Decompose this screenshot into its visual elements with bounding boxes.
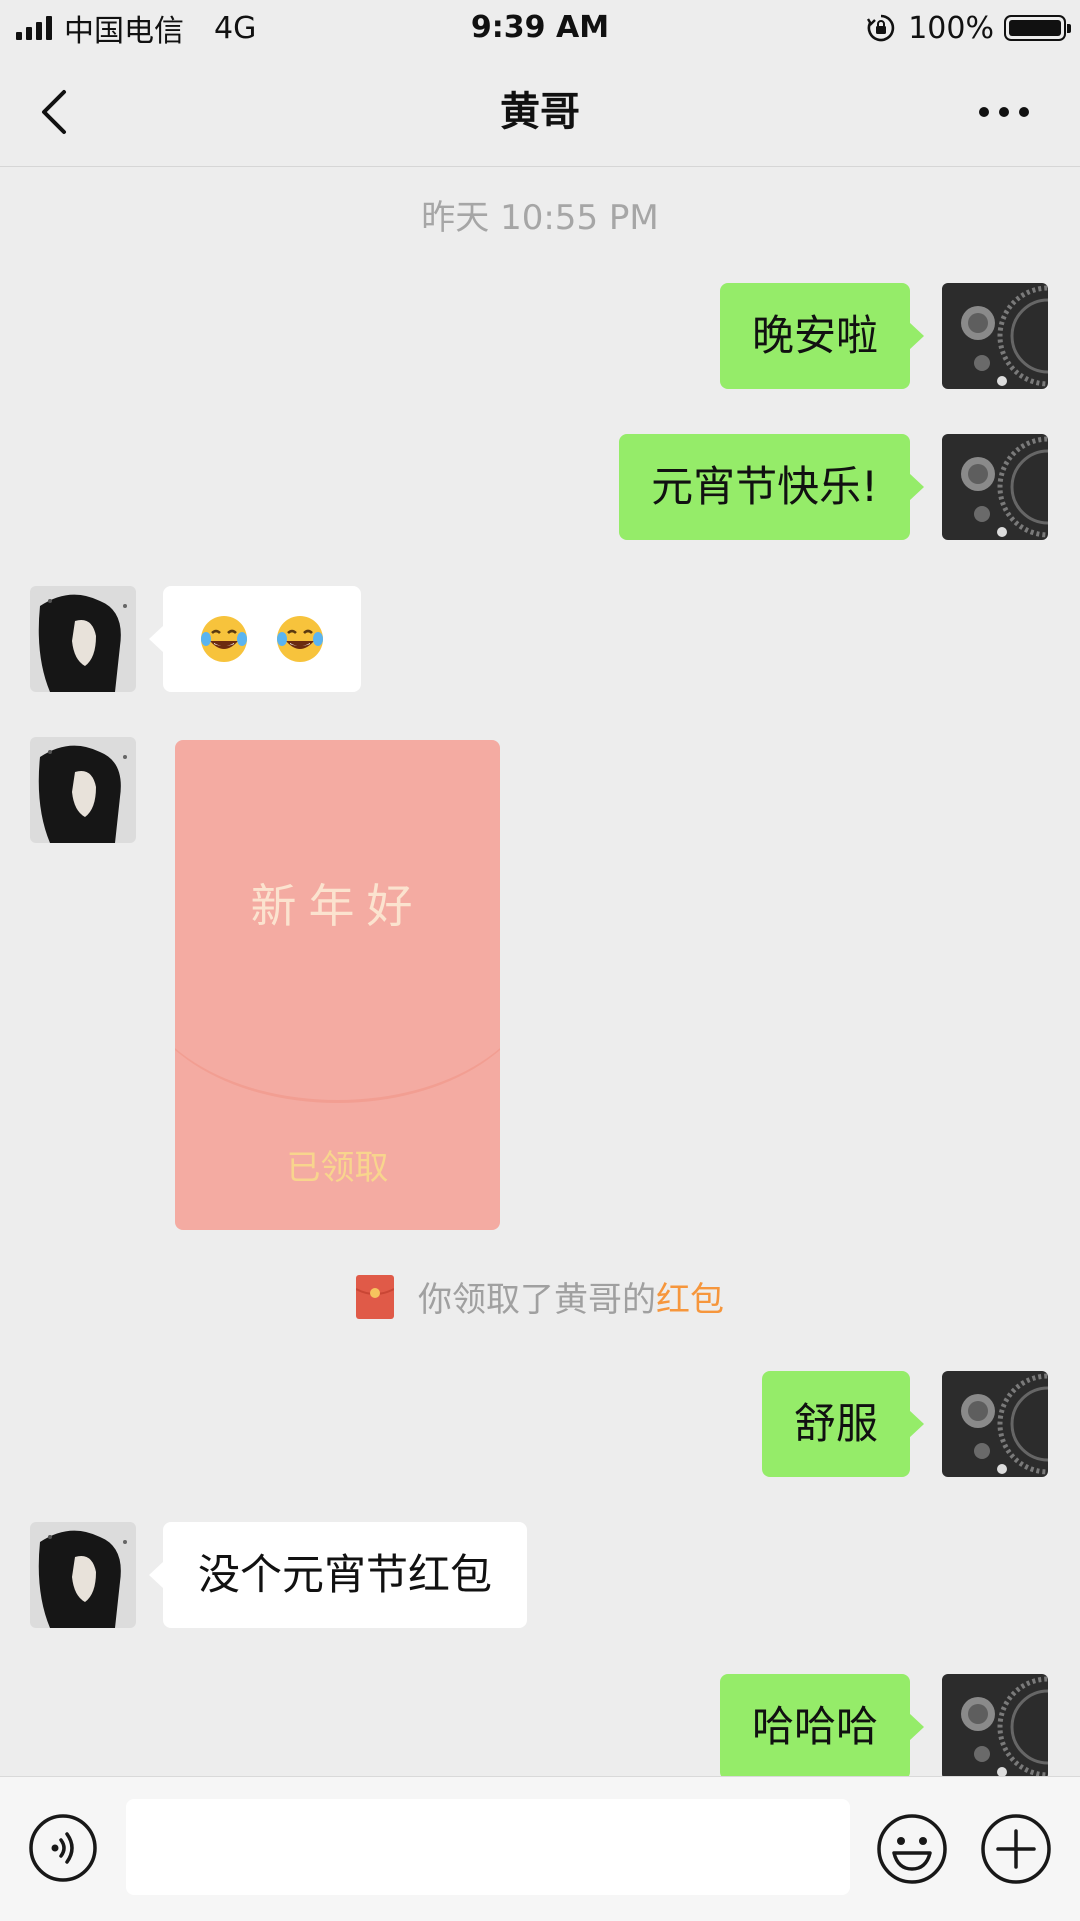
my-avatar[interactable] xyxy=(942,1371,1048,1477)
emoji-icon[interactable] xyxy=(876,1813,948,1885)
avatar-image xyxy=(942,1674,1048,1780)
ellipsis-icon[interactable] xyxy=(976,102,1032,122)
message-text: 哈哈哈 xyxy=(751,1702,878,1751)
chat-timestamp: 昨天 10:55 PM xyxy=(421,198,659,238)
laughing-tears-emoji-icon xyxy=(201,616,247,662)
red-envelope-card[interactable]: 新年好 已领取 xyxy=(175,740,500,1230)
nav-bar: 黄哥 xyxy=(0,58,1080,167)
system-message: 你领取了黄哥的 红包 xyxy=(0,1272,1080,1321)
voice-icon[interactable] xyxy=(28,1813,98,1883)
message-text: 没个元宵节红包 xyxy=(198,1550,493,1599)
message-text: 晚安啦 xyxy=(751,311,878,360)
page-title: 黄哥 xyxy=(500,89,580,135)
avatar-image xyxy=(30,586,136,692)
my-avatar[interactable] xyxy=(942,434,1048,540)
status-bar: 中国电信 4G 9:39 AM 100% xyxy=(0,0,1080,58)
message-bubble-sent[interactable]: 晚安啦 xyxy=(719,283,925,389)
contact-avatar[interactable] xyxy=(30,586,136,692)
red-packet-link[interactable]: 红包 xyxy=(656,1272,724,1321)
avatar-image xyxy=(30,737,136,843)
message-text: 元宵节快乐! xyxy=(651,462,878,511)
my-avatar[interactable] xyxy=(942,283,1048,389)
avatar-image xyxy=(942,434,1048,540)
my-avatar[interactable] xyxy=(942,1674,1048,1780)
envelope-title: 新年好 xyxy=(250,879,425,933)
laughing-tears-emoji-icon xyxy=(277,616,323,662)
contact-avatar[interactable] xyxy=(30,737,136,843)
status-right: 100% xyxy=(866,8,1071,48)
red-packet-icon xyxy=(356,1274,394,1319)
plus-icon[interactable] xyxy=(980,1813,1052,1885)
message-bubble-received[interactable]: 没个元宵节红包 xyxy=(148,1522,528,1628)
envelope-status: 已领取 xyxy=(286,1148,389,1188)
contact-avatar[interactable] xyxy=(30,1522,136,1628)
battery-icon xyxy=(1004,15,1071,41)
message-text: 舒服 xyxy=(793,1399,878,1448)
input-bar xyxy=(0,1776,1080,1921)
avatar-image xyxy=(30,1522,136,1628)
message-bubble-received[interactable] xyxy=(149,586,361,692)
battery-percent: 100% xyxy=(908,10,994,46)
message-input[interactable] xyxy=(126,1799,850,1895)
message-bubble-sent[interactable]: 元宵节快乐! xyxy=(619,434,924,540)
rotation-lock-icon xyxy=(867,14,895,42)
message-bubble-sent[interactable]: 哈哈哈 xyxy=(719,1674,925,1780)
message-bubble-sent[interactable]: 舒服 xyxy=(761,1371,925,1477)
avatar-image xyxy=(942,283,1048,389)
system-message-text: 你领取了黄哥的 xyxy=(418,1280,656,1320)
avatar-image xyxy=(942,1371,1048,1477)
